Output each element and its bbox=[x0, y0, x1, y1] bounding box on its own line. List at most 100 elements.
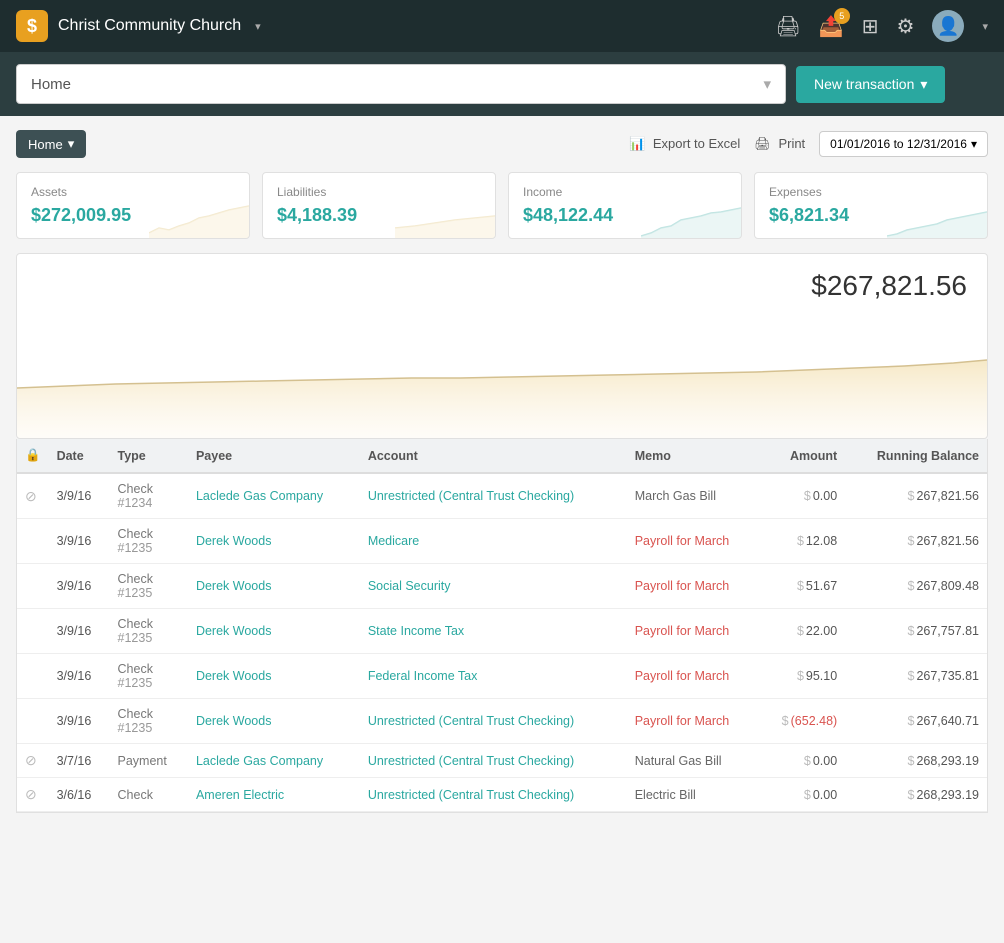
row-lock: ⊘ bbox=[17, 778, 49, 812]
row-running-balance: $267,809.48 bbox=[845, 564, 987, 609]
payee-link[interactable]: Laclede Gas Company bbox=[196, 489, 323, 503]
col-payee: Payee bbox=[188, 439, 360, 473]
row-account[interactable]: Federal Income Tax bbox=[360, 654, 627, 699]
row-payee[interactable]: Derek Woods bbox=[188, 654, 360, 699]
new-transaction-button[interactable]: New transaction ▾ bbox=[796, 66, 945, 103]
payee-link[interactable]: Laclede Gas Company bbox=[196, 754, 323, 768]
row-payee[interactable]: Derek Woods bbox=[188, 699, 360, 744]
row-running-balance: $267,640.71 bbox=[845, 699, 987, 744]
row-amount: $(652.48) bbox=[759, 699, 845, 744]
row-memo: Payroll for March bbox=[627, 609, 760, 654]
row-account[interactable]: Social Security bbox=[360, 564, 627, 609]
row-date: 3/9/16 bbox=[49, 519, 110, 564]
home-breadcrumb-button[interactable]: Home ▾ bbox=[16, 130, 86, 158]
row-type: Check#1235 bbox=[110, 699, 188, 744]
account-link[interactable]: Unrestricted (Central Trust Checking) bbox=[368, 489, 574, 503]
date-range-button[interactable]: 01/01/2016 to 12/31/2016 ▾ bbox=[819, 131, 988, 157]
running-dollar: $ bbox=[907, 624, 914, 638]
settings-nav-icon[interactable]: ⚙ bbox=[897, 14, 915, 39]
row-date: 3/9/16 bbox=[49, 654, 110, 699]
account-link[interactable]: Unrestricted (Central Trust Checking) bbox=[368, 714, 574, 728]
row-account[interactable]: State Income Tax bbox=[360, 609, 627, 654]
row-date: 3/7/16 bbox=[49, 744, 110, 778]
row-account[interactable]: Medicare bbox=[360, 519, 627, 564]
main-balance-area: $267,821.56 bbox=[16, 253, 988, 439]
row-type: Check#1235 bbox=[110, 519, 188, 564]
running-value: 267,809.48 bbox=[916, 579, 979, 593]
upload-nav-icon[interactable]: 📤 5 bbox=[819, 14, 844, 39]
print-nav-icon[interactable]: 🖨 bbox=[775, 14, 800, 39]
payee-link[interactable]: Derek Woods bbox=[196, 669, 272, 683]
liabilities-card: Liabilities $4,188.39 bbox=[262, 172, 496, 239]
payee-link[interactable]: Derek Woods bbox=[196, 714, 272, 728]
print-icon: 🖨 bbox=[754, 136, 771, 151]
avatar-caret[interactable]: ▾ bbox=[982, 20, 988, 33]
row-running-balance: $267,821.56 bbox=[845, 473, 987, 519]
row-running-balance: $267,735.81 bbox=[845, 654, 987, 699]
table-row[interactable]: 3/9/16 Check#1235 Derek Woods Medicare P… bbox=[17, 519, 987, 564]
row-payee[interactable]: Derek Woods bbox=[188, 564, 360, 609]
payee-link[interactable]: Derek Woods bbox=[196, 624, 272, 638]
table-row[interactable]: ⊘ 3/7/16 Payment Laclede Gas Company Unr… bbox=[17, 744, 987, 778]
row-account[interactable]: Unrestricted (Central Trust Checking) bbox=[360, 778, 627, 812]
row-lock bbox=[17, 519, 49, 564]
payee-link[interactable]: Derek Woods bbox=[196, 534, 272, 548]
row-memo: Payroll for March bbox=[627, 654, 760, 699]
table-row[interactable]: ⊘ 3/6/16 Check Ameren Electric Unrestric… bbox=[17, 778, 987, 812]
avatar[interactable]: 👤 bbox=[932, 10, 964, 42]
transactions-table-wrapper: 🔒 Date Type Payee Account Memo Amount Ru… bbox=[16, 439, 988, 813]
amount-dollar: $ bbox=[804, 788, 811, 802]
row-type: Check#1234 bbox=[110, 473, 188, 519]
breadcrumb-bar: Home ▾ 📊 Export to Excel 🖨 Print 01/01/2… bbox=[16, 130, 988, 158]
row-running-balance: $267,821.56 bbox=[845, 519, 987, 564]
topnav-right: 🖨 📤 5 ⊞ ⚙ 👤 ▾ bbox=[775, 10, 988, 42]
account-link[interactable]: Medicare bbox=[368, 534, 419, 548]
row-payee[interactable]: Laclede Gas Company bbox=[188, 744, 360, 778]
amount-dollar: $ bbox=[797, 579, 804, 593]
row-lock: ⊘ bbox=[17, 473, 49, 519]
row-account[interactable]: Unrestricted (Central Trust Checking) bbox=[360, 744, 627, 778]
row-lock bbox=[17, 654, 49, 699]
table-row[interactable]: 3/9/16 Check#1235 Derek Woods Social Sec… bbox=[17, 564, 987, 609]
account-link[interactable]: Federal Income Tax bbox=[368, 669, 478, 683]
row-lock bbox=[17, 699, 49, 744]
row-payee[interactable]: Derek Woods bbox=[188, 609, 360, 654]
row-memo: Electric Bill bbox=[627, 778, 760, 812]
print-link[interactable]: 🖨 Print bbox=[754, 136, 805, 152]
org-dropdown-caret[interactable]: ▾ bbox=[255, 20, 261, 33]
row-amount: $95.10 bbox=[759, 654, 845, 699]
account-link[interactable]: State Income Tax bbox=[368, 624, 464, 638]
expenses-label: Expenses bbox=[769, 185, 973, 199]
row-type: Payment bbox=[110, 744, 188, 778]
row-payee[interactable]: Ameren Electric bbox=[188, 778, 360, 812]
table-row[interactable]: 3/9/16 Check#1235 Derek Woods Unrestrict… bbox=[17, 699, 987, 744]
layout-nav-icon[interactable]: ⊞ bbox=[862, 14, 879, 39]
payee-link[interactable]: Ameren Electric bbox=[196, 788, 284, 802]
toolbar: Home ▾ New transaction ▾ bbox=[0, 52, 1004, 116]
export-excel-link[interactable]: 📊 Export to Excel bbox=[629, 136, 740, 152]
table-row[interactable]: 3/9/16 Check#1235 Derek Woods State Inco… bbox=[17, 609, 987, 654]
row-amount: $22.00 bbox=[759, 609, 845, 654]
row-payee[interactable]: Laclede Gas Company bbox=[188, 473, 360, 519]
running-dollar: $ bbox=[907, 669, 914, 683]
assets-label: Assets bbox=[31, 185, 235, 199]
running-dollar: $ bbox=[907, 534, 914, 548]
home-breadcrumb-caret: ▾ bbox=[68, 136, 75, 152]
income-label: Income bbox=[523, 185, 727, 199]
row-payee[interactable]: Derek Woods bbox=[188, 519, 360, 564]
amount-value: 51.67 bbox=[806, 579, 837, 593]
table-row[interactable]: 3/9/16 Check#1235 Derek Woods Federal In… bbox=[17, 654, 987, 699]
row-account[interactable]: Unrestricted (Central Trust Checking) bbox=[360, 473, 627, 519]
account-link[interactable]: Unrestricted (Central Trust Checking) bbox=[368, 788, 574, 802]
account-link[interactable]: Social Security bbox=[368, 579, 451, 593]
running-value: 267,735.81 bbox=[916, 669, 979, 683]
row-type: Check#1235 bbox=[110, 564, 188, 609]
account-link[interactable]: Unrestricted (Central Trust Checking) bbox=[368, 754, 574, 768]
payee-link[interactable]: Derek Woods bbox=[196, 579, 272, 593]
table-row[interactable]: ⊘ 3/9/16 Check#1234 Laclede Gas Company … bbox=[17, 473, 987, 519]
row-type: Check bbox=[110, 778, 188, 812]
row-date: 3/6/16 bbox=[49, 778, 110, 812]
org-name[interactable]: Christ Community Church bbox=[58, 17, 241, 35]
row-account[interactable]: Unrestricted (Central Trust Checking) bbox=[360, 699, 627, 744]
home-select[interactable]: Home ▾ bbox=[16, 64, 786, 104]
